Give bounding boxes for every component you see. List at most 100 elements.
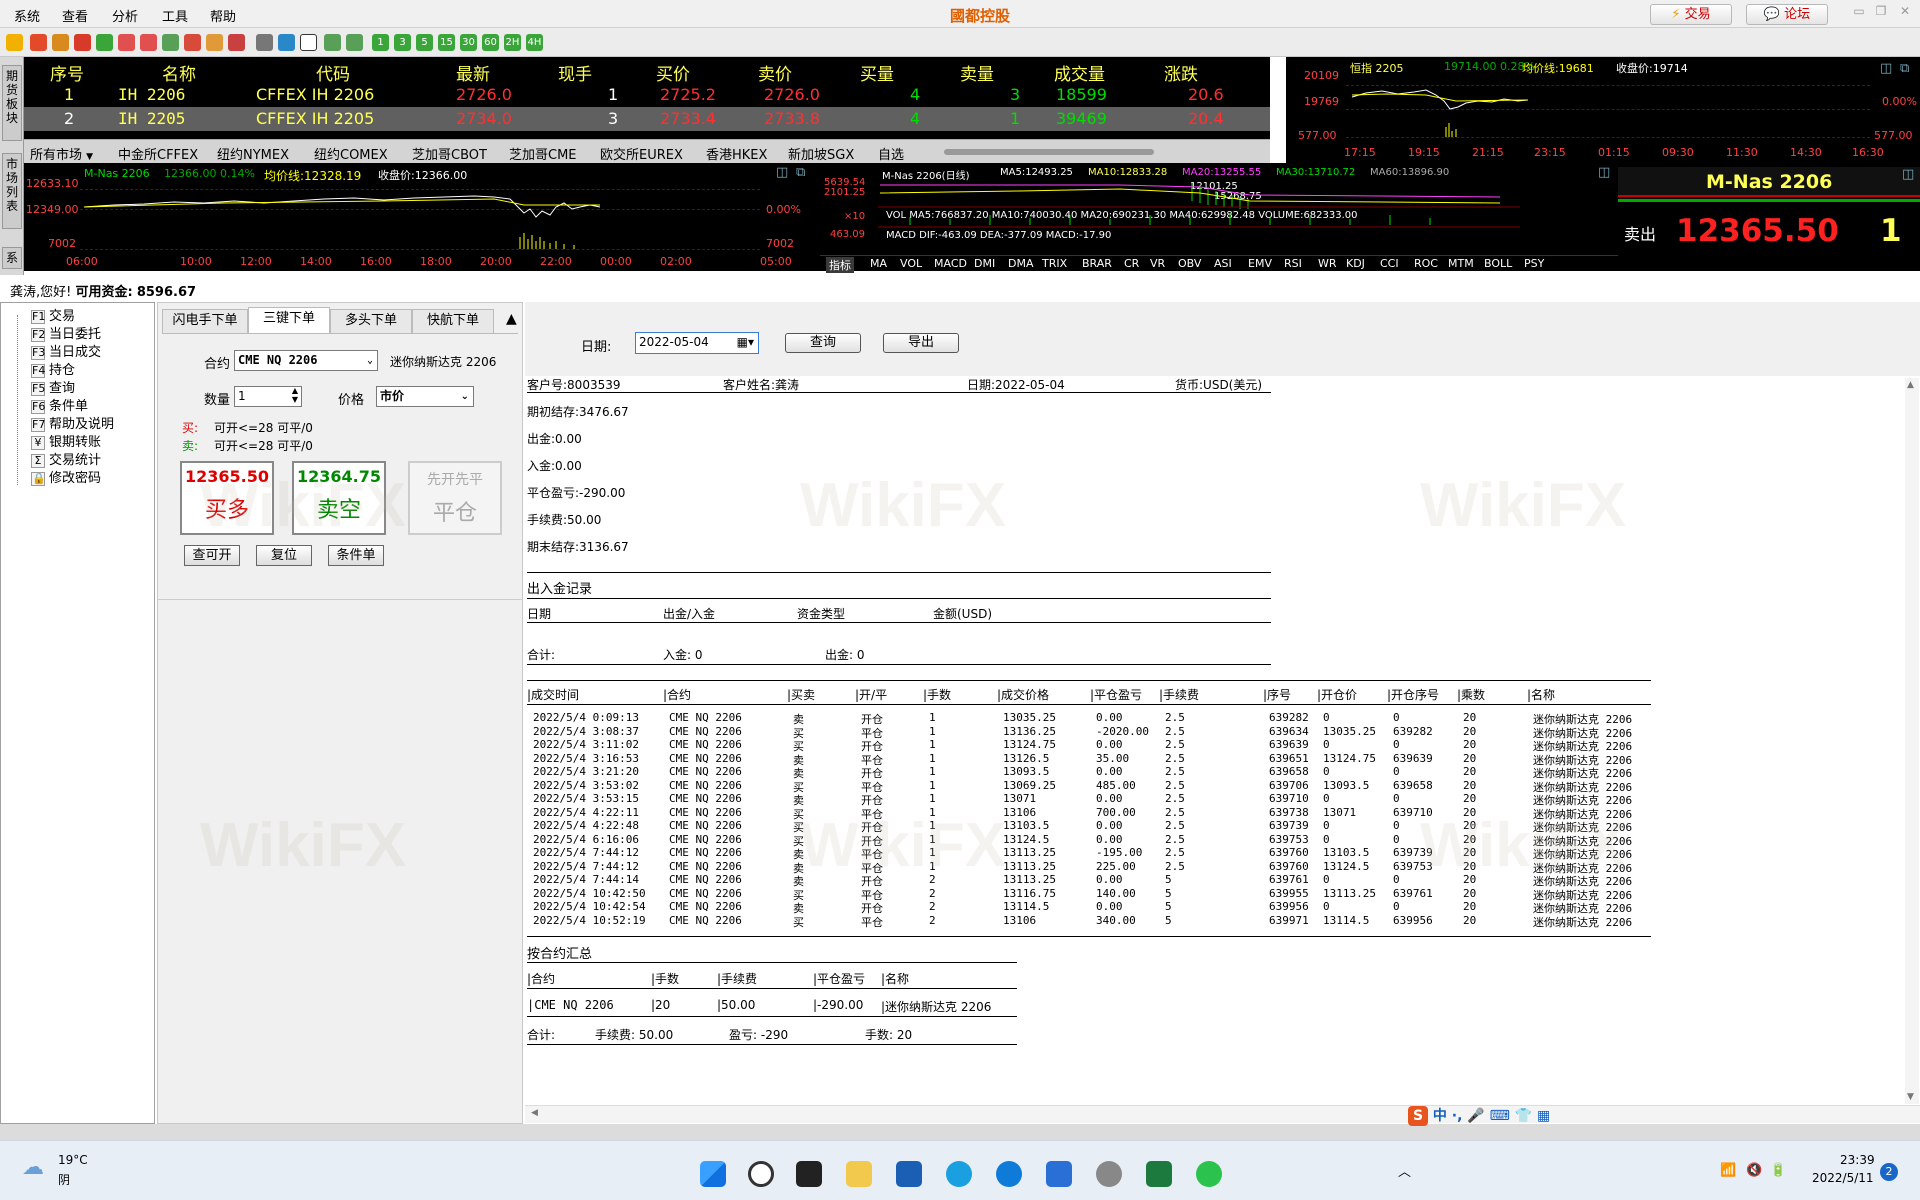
tree-item-query[interactable]: F5 查询: [31, 381, 75, 397]
news-icon[interactable]: [74, 34, 91, 51]
clock-time[interactable]: 23:39: [1840, 1153, 1875, 1167]
indicator-tab-kdj[interactable]: KDJ: [1346, 257, 1365, 270]
tab-three-key-order[interactable]: 三键下单: [248, 307, 330, 333]
quote-row2-askvol[interactable]: 1: [1010, 109, 1020, 128]
menu-help[interactable]: 帮助: [210, 6, 236, 25]
pen-icon[interactable]: [184, 34, 201, 51]
window-split-icon[interactable]: ◫: [1880, 61, 1892, 76]
quote-row1-volume[interactable]: 18599: [1056, 85, 1107, 104]
query-available-button[interactable]: 查可开: [184, 545, 240, 566]
market-tab-scrollbar[interactable]: [944, 149, 1154, 155]
vertical-scrollbar[interactable]: ▲ ▼: [1905, 378, 1919, 1104]
scroll-up-icon[interactable]: ▲: [1907, 380, 1914, 390]
close-position-button[interactable]: 先开先平 平仓: [408, 461, 502, 535]
tree-item-orders[interactable]: F2 当日委托: [31, 327, 101, 343]
task-view-icon[interactable]: [796, 1161, 822, 1187]
quote-row1-index[interactable]: 1: [64, 85, 74, 104]
windows-start-icon[interactable]: [700, 1161, 726, 1187]
indicator-tab-wr[interactable]: WR: [1318, 257, 1337, 270]
conditional-order-button[interactable]: 条件单: [328, 545, 384, 566]
wechat-icon[interactable]: [1196, 1161, 1222, 1187]
tree-item-help[interactable]: F7 帮助及说明: [31, 417, 114, 433]
forum-button[interactable]: 💬 论坛: [1746, 4, 1828, 25]
table-icon[interactable]: [256, 34, 273, 51]
tree-item-positions[interactable]: F4 持仓: [31, 363, 75, 379]
contract-select[interactable]: CME NQ 2206 ⌄: [234, 350, 378, 371]
notification-badge[interactable]: 2: [1880, 1163, 1898, 1181]
quote-row1-ask[interactable]: 2726.0: [764, 85, 820, 104]
quote-row2-code[interactable]: CFFEX IH 2205: [256, 109, 374, 128]
market-tab-cme[interactable]: 芝加哥CME: [509, 144, 577, 163]
quote-row2-change[interactable]: 20.4: [1188, 109, 1224, 128]
quantity-stepper[interactable]: 1 ▲ ▼: [234, 386, 302, 407]
zoom-in-icon[interactable]: [118, 34, 135, 51]
market-tab-watchlist[interactable]: 自选: [878, 144, 904, 163]
battery-icon[interactable]: 🔋: [1770, 1163, 1786, 1178]
kline-chart[interactable]: M-Nas 2206(日线) MA5:12493.25 MA10:12833.2…: [820, 163, 1620, 273]
reset-button[interactable]: 复位: [256, 545, 312, 566]
tree-item-conditional[interactable]: F6 条件单: [31, 399, 88, 415]
window-icon[interactable]: [162, 34, 179, 51]
scroll-left-icon[interactable]: ◀: [531, 1108, 538, 1118]
quote-row2-bid[interactable]: 2733.4: [660, 109, 716, 128]
calendar-icon[interactable]: ▦▾: [737, 333, 754, 352]
market-tab-sgx[interactable]: 新加坡SGX: [788, 144, 854, 163]
tree-item-change-password[interactable]: 🔒 修改密码: [31, 471, 101, 487]
query-button[interactable]: 查询: [785, 333, 861, 353]
market-tab-nymex[interactable]: 纽约NYMEX: [217, 144, 289, 163]
edge-icon[interactable]: [946, 1161, 972, 1187]
week-icon[interactable]: [324, 34, 341, 51]
window-max-icon[interactable]: ⧉: [1900, 61, 1909, 76]
quote-row1-bidvol[interactable]: 4: [910, 85, 920, 104]
tree-item-fills[interactable]: F3 当日成交: [31, 345, 101, 361]
wifi-icon[interactable]: 📶: [1720, 1163, 1736, 1178]
quote-row2-curvol[interactable]: 3: [608, 109, 618, 128]
side-tab-futures[interactable]: 期货板块: [2, 65, 22, 141]
weather-cloud-icon[interactable]: ☁: [22, 1155, 44, 1180]
price-type-select[interactable]: 市价 ⌄: [376, 386, 474, 407]
indicator-tab-dmi[interactable]: DMI: [974, 257, 995, 270]
market-tab-eurex[interactable]: 欧交所EUREX: [600, 144, 683, 163]
period-4h-button[interactable]: 4H: [526, 34, 543, 51]
hang-seng-chart[interactable]: 恒指 2205 19714.00 0.28% 均价线:19681 收盘价:197…: [1286, 57, 1920, 163]
period-15-button[interactable]: 15: [438, 34, 455, 51]
refresh-icon[interactable]: [96, 34, 113, 51]
intraday-chart[interactable]: M-Nas 2206 12366.00 0.14% 均价线:12328.19 收…: [24, 163, 820, 271]
quote-row1-curvol[interactable]: 1: [608, 85, 618, 104]
settings-gear-icon[interactable]: [1096, 1161, 1122, 1187]
menu-system[interactable]: 系统: [14, 6, 40, 25]
menu-view[interactable]: 查看: [62, 6, 88, 25]
menu-analysis[interactable]: 分析: [112, 6, 138, 25]
daily-icon[interactable]: [300, 34, 317, 51]
period-3-button[interactable]: 3: [394, 34, 411, 51]
minimize-icon[interactable]: ▭: [1848, 4, 1870, 20]
trading-app-icon[interactable]: [1046, 1161, 1072, 1187]
indicator-tab-cci[interactable]: CCI: [1380, 257, 1399, 270]
filter-icon[interactable]: [228, 34, 245, 51]
clock-date[interactable]: 2022/5/11: [1812, 1171, 1874, 1185]
indicator-tab-mtm[interactable]: MTM: [1448, 257, 1474, 270]
tab-long-order[interactable]: 多头下单: [330, 309, 412, 333]
export-button[interactable]: 导出: [883, 333, 959, 353]
quote-row2-index[interactable]: 2: [64, 109, 74, 128]
market-tab-hkex[interactable]: 香港HKEX: [706, 144, 767, 163]
quote-row1-bid[interactable]: 2725.2: [660, 85, 716, 104]
month-icon[interactable]: [346, 34, 363, 51]
excel-icon[interactable]: [1146, 1161, 1172, 1187]
file-explorer-icon[interactable]: [846, 1161, 872, 1187]
stepper-arrows-icon[interactable]: ▲ ▼: [292, 386, 298, 404]
indicator-tab-label[interactable]: 指标: [826, 257, 854, 273]
tab-flash-order[interactable]: 闪电手下单: [162, 309, 248, 333]
date-picker[interactable]: 2022-05-04 ▦▾: [635, 332, 759, 354]
volume-icon[interactable]: 🔇: [1746, 1163, 1762, 1178]
indicator-tab-dma[interactable]: DMA: [1008, 257, 1034, 270]
edge-browser-icon[interactable]: [996, 1161, 1022, 1187]
indicator-tab-brar[interactable]: BRAR: [1082, 257, 1112, 270]
quote-row2-ask[interactable]: 2733.8: [764, 109, 820, 128]
back-arrow-icon[interactable]: [6, 34, 23, 51]
market-tab-all[interactable]: 所有市场 ▼: [30, 144, 93, 163]
trade-button[interactable]: ⚡ 交易: [1650, 4, 1732, 25]
indicator-tab-trix[interactable]: TRIX: [1042, 257, 1067, 270]
tree-item-trade[interactable]: F1 交易: [31, 309, 75, 325]
period-5-button[interactable]: 5: [416, 34, 433, 51]
